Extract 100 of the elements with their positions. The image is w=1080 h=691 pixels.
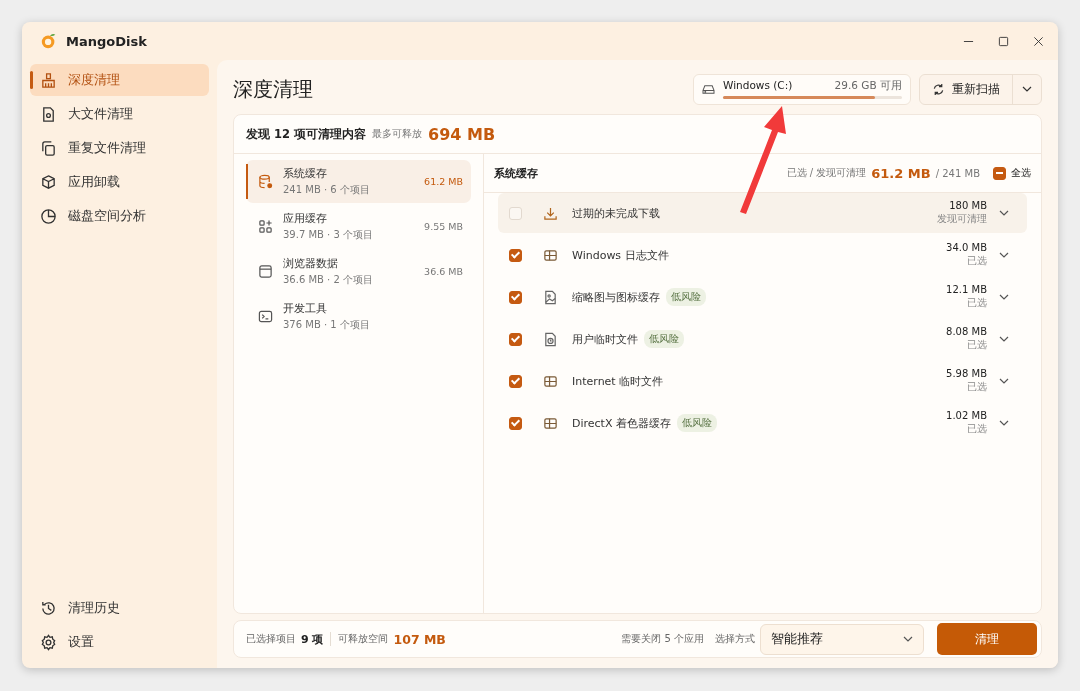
drive-name: Windows (C:) — [723, 79, 793, 93]
entry-name: Windows 日志文件 — [572, 247, 669, 263]
sidebar-item[interactable]: 深度清理 — [30, 64, 209, 96]
history-icon — [40, 599, 57, 617]
entry-size: 180 MB — [949, 200, 987, 211]
free-space-label: 可释放空间 — [338, 632, 389, 646]
checkbox[interactable] — [509, 290, 522, 304]
checkbox[interactable] — [509, 374, 522, 388]
category-name: 浏览器数据 — [283, 256, 339, 271]
caret-icon — [903, 636, 913, 642]
risk-tag: 低风险 — [644, 330, 684, 348]
entry-size: 1.02 MB — [946, 410, 987, 421]
cleanup-entry[interactable]: 用户临时文件 低风险 8.08 MB 已选 — [498, 319, 1027, 359]
category-size: 61.2 MB — [424, 176, 463, 187]
mango-logo-icon — [40, 32, 58, 50]
risk-tag: 低风险 — [676, 414, 717, 432]
summary-total: 694 MB — [428, 124, 496, 144]
clock-file-icon — [543, 331, 558, 347]
category-item[interactable]: 系统缓存 241 MB · 6 个项目 61.2 MB — [246, 160, 471, 203]
entry-status: 已选 — [967, 296, 987, 310]
image-file-icon — [543, 289, 558, 305]
app-name: MangoDisk — [66, 33, 147, 49]
chevron-icon[interactable] — [999, 252, 1009, 258]
entry-name: 用户临时文件 — [572, 331, 638, 347]
windows-icon — [543, 415, 558, 431]
total-size: / 241 MB — [935, 167, 980, 179]
detail-title: 系统缓存 — [494, 165, 538, 181]
entry-status: 已选 — [967, 380, 987, 394]
database-icon — [258, 174, 273, 189]
broom-icon — [40, 71, 57, 89]
entry-name: DirectX 着色器缓存 — [572, 415, 671, 431]
summary-text: 发现 12 项可清理内容 — [246, 126, 366, 142]
sidebar-item[interactable]: 设置 — [30, 626, 209, 658]
download-icon — [543, 205, 558, 221]
category-item[interactable]: 浏览器数据 36.6 MB · 2 个项目 36.6 MB — [246, 250, 471, 293]
entry-size: 8.08 MB — [946, 326, 987, 337]
checkbox[interactable] — [509, 416, 522, 430]
checkbox[interactable] — [509, 248, 522, 262]
close-icon[interactable] — [1033, 35, 1044, 47]
mode-label: 选择方式 — [715, 632, 755, 646]
summary-hint: 最多可释放 — [372, 127, 422, 141]
selected-items-label: 已选择项目 — [246, 632, 296, 646]
sidebar-item[interactable]: 清理历史 — [30, 592, 209, 624]
entry-size: 12.1 MB — [946, 284, 987, 295]
maximize-icon[interactable] — [998, 35, 1009, 47]
entry-name: 过期的未完成下载 — [572, 205, 660, 221]
category-name: 开发工具 — [283, 301, 328, 316]
chevron-icon[interactable] — [999, 210, 1009, 216]
apps-note: 需要关闭 5 个应用 — [621, 632, 704, 646]
select-all-label: 全选 — [1011, 166, 1031, 180]
entry-size: 5.98 MB — [946, 368, 987, 379]
category-name: 应用缓存 — [283, 211, 328, 226]
pie-icon — [40, 207, 57, 225]
refresh-icon — [932, 82, 945, 96]
box-icon — [40, 173, 57, 191]
category-detail: 39.7 MB · 3 个项目 — [283, 228, 374, 242]
sidebar-item[interactable]: 大文件清理 — [30, 98, 209, 130]
caret-icon — [1022, 86, 1032, 92]
cleanup-entry[interactable]: DirectX 着色器缓存 低风险 1.02 MB 已选 — [498, 403, 1027, 443]
category-size: 36.6 MB — [424, 266, 463, 277]
sidebar-item[interactable]: 重复文件清理 — [30, 132, 209, 164]
sidebar-item[interactable]: 应用卸载 — [30, 166, 209, 198]
drive-selector[interactable]: Windows (C:) 29.6 GB 可用 — [693, 73, 911, 105]
entry-status: 已选 — [967, 338, 987, 352]
cleanup-entry[interactable]: Internet 临时文件 5.98 MB 已选 — [498, 361, 1027, 401]
category-name: 系统缓存 — [283, 166, 328, 181]
selection-label: 已选 / 发现可清理 — [786, 166, 867, 180]
selected-items-count: 9 项 — [301, 631, 324, 647]
category-detail: 376 MB · 1 个项目 — [283, 318, 371, 332]
chevron-icon[interactable] — [999, 294, 1009, 300]
category-item[interactable]: 开发工具 376 MB · 1 个项目 — [246, 295, 471, 338]
window-icon — [258, 264, 273, 279]
free-space-value: 107 MB — [393, 631, 446, 647]
chevron-icon[interactable] — [999, 336, 1009, 342]
terminal-icon — [258, 309, 273, 324]
checkbox[interactable] — [509, 332, 522, 346]
entry-status: 发现可清理 — [937, 212, 987, 226]
sidebar-item[interactable]: 磁盘空间分析 — [30, 200, 209, 232]
category-size: 9.55 MB — [424, 221, 463, 232]
cleanup-entry[interactable]: 过期的未完成下载 180 MB 发现可清理 — [498, 193, 1027, 233]
windows-icon — [543, 373, 558, 389]
entry-name: 缩略图与图标缓存 — [572, 289, 660, 305]
page-title: 深度清理 — [233, 75, 313, 103]
chevron-icon[interactable] — [999, 420, 1009, 426]
mode-select[interactable]: 智能推荐 — [760, 623, 924, 655]
entry-size: 34.0 MB — [946, 242, 987, 253]
cleanup-entry[interactable]: Windows 日志文件 34.0 MB 已选 — [498, 235, 1027, 275]
selected-size: 61.2 MB — [871, 165, 931, 181]
chevron-icon[interactable] — [999, 378, 1009, 384]
risk-tag: 低风险 — [666, 288, 706, 306]
entry-status: 已选 — [967, 254, 987, 268]
file-search-icon — [40, 105, 57, 123]
entry-name: Internet 临时文件 — [572, 373, 664, 389]
category-item[interactable]: 应用缓存 39.7 MB · 3 个项目 9.55 MB — [246, 205, 471, 248]
category-detail: 241 MB · 6 个项目 — [283, 183, 371, 197]
clean-button[interactable]: 清理 — [937, 623, 1037, 655]
select-all-checkbox[interactable] — [993, 166, 1006, 180]
cleanup-entry[interactable]: 缩略图与图标缓存 低风险 12.1 MB 已选 — [498, 277, 1027, 317]
drive-free: 29.6 GB 可用 — [834, 79, 902, 93]
windows-icon — [543, 247, 558, 263]
